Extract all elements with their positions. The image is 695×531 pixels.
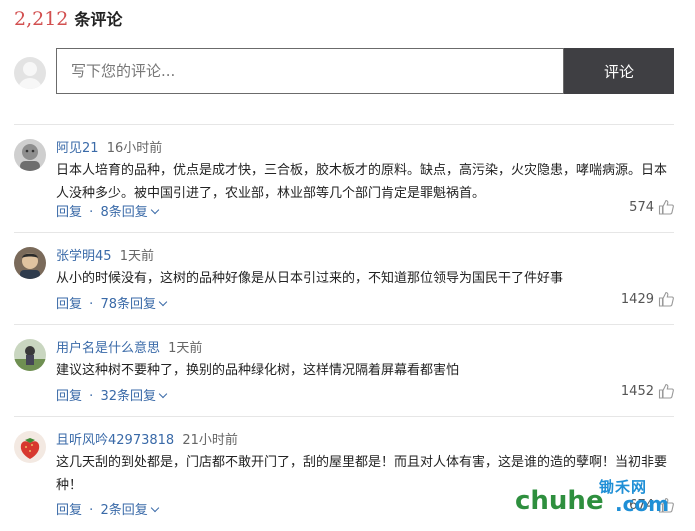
current-user-avatar — [14, 57, 46, 89]
thumbs-up-icon — [658, 383, 674, 399]
comment-composer: 评论 — [14, 48, 674, 96]
comment-meta: 且听风吟42973818 21小时前 — [56, 429, 238, 448]
chevron-down-icon — [150, 503, 159, 513]
like-button[interactable]: 1429 — [621, 291, 674, 307]
comment-text: 从小的时候没有，这树的品种好像是从日本引过来的，不知道那位领导为国民干了件好事 — [56, 271, 564, 286]
replies-count: 8条回复 — [100, 205, 148, 220]
comment-actions: 回复 · 32条回复 — [56, 385, 168, 404]
comment-item: 阿见21 16小时前 日本人培育的品种，优点是成才快，三合板，胶木板才的原料。缺… — [14, 124, 674, 229]
avatar[interactable] — [14, 339, 46, 371]
comment-actions: 回复 · 2条回复 — [56, 499, 159, 518]
comment-count-label: 条评论 — [74, 10, 123, 29]
like-button[interactable]: 1452 — [621, 383, 674, 399]
replies-count: 78条回复 — [100, 297, 156, 312]
watermark-logo: 锄禾网 chuhe .com — [515, 478, 675, 518]
username-link[interactable]: 张学明45 — [56, 249, 112, 264]
avatar[interactable] — [14, 431, 46, 463]
separator: · — [89, 503, 94, 518]
comment-meta: 用户名是什么意思 1天前 — [56, 337, 202, 356]
reply-button[interactable]: 回复 — [56, 205, 82, 220]
username-link[interactable]: 用户名是什么意思 — [56, 341, 160, 356]
avatar[interactable] — [14, 247, 46, 279]
chevron-down-icon — [150, 205, 159, 215]
comment-text: 日本人培育的品种，优点是成才快，三合板，胶木板才的原料。缺点，高污染，火灾隐患，… — [56, 163, 668, 201]
comment-time: 16小时前 — [106, 141, 163, 156]
like-count: 1452 — [620, 383, 654, 399]
comment-item: 用户名是什么意思 1天前 建议这种树不要种了，换别的品种绿化树，这样情况隔着屏幕… — [14, 324, 674, 415]
chevron-down-icon — [158, 389, 168, 399]
view-replies-button[interactable]: 8条回复 — [100, 205, 159, 220]
comment-time: 1天前 — [168, 341, 203, 356]
like-count: 1429 — [620, 291, 654, 307]
comments-header: 2,212 条评论 — [14, 6, 122, 32]
chevron-down-icon — [158, 297, 168, 307]
reply-button[interactable]: 回复 — [56, 297, 82, 312]
watermark-brand: chuhe — [515, 486, 604, 516]
reply-button[interactable]: 回复 — [56, 503, 82, 518]
comment-input[interactable] — [56, 48, 564, 94]
like-button[interactable]: 574 — [629, 199, 674, 215]
comment-time: 1天前 — [119, 249, 154, 264]
comment-actions: 回复 · 8条回复 — [56, 201, 159, 220]
reply-button[interactable]: 回复 — [56, 389, 82, 404]
replies-count: 2条回复 — [100, 503, 148, 518]
thumbs-up-icon — [658, 291, 674, 307]
comment-count: 2,212 — [14, 8, 69, 30]
comment-text: 建议这种树不要种了，换别的品种绿化树，这样情况隔着屏幕看都害怕 — [56, 363, 460, 378]
comment-time: 21小时前 — [182, 433, 238, 448]
username-link[interactable]: 且听风吟42973818 — [56, 433, 174, 448]
view-replies-button[interactable]: 32条回复 — [100, 389, 168, 404]
view-replies-button[interactable]: 78条回复 — [100, 297, 168, 312]
replies-count: 32条回复 — [100, 389, 156, 404]
separator: · — [89, 389, 94, 404]
submit-comment-button[interactable]: 评论 — [564, 48, 674, 94]
comment-meta: 阿见21 16小时前 — [56, 137, 162, 156]
like-count: 574 — [629, 199, 654, 215]
avatar[interactable] — [14, 139, 46, 171]
comment-meta: 张学明45 1天前 — [56, 245, 154, 264]
thumbs-up-icon — [658, 199, 674, 215]
separator: · — [89, 205, 94, 220]
view-replies-button[interactable]: 2条回复 — [100, 503, 159, 518]
separator: · — [89, 297, 94, 312]
watermark-tld: .com — [615, 492, 670, 516]
username-link[interactable]: 阿见21 — [56, 141, 99, 156]
comment-actions: 回复 · 78条回复 — [56, 293, 168, 312]
comment-item: 张学明45 1天前 从小的时候没有，这树的品种好像是从日本引过来的，不知道那位领… — [14, 232, 674, 323]
